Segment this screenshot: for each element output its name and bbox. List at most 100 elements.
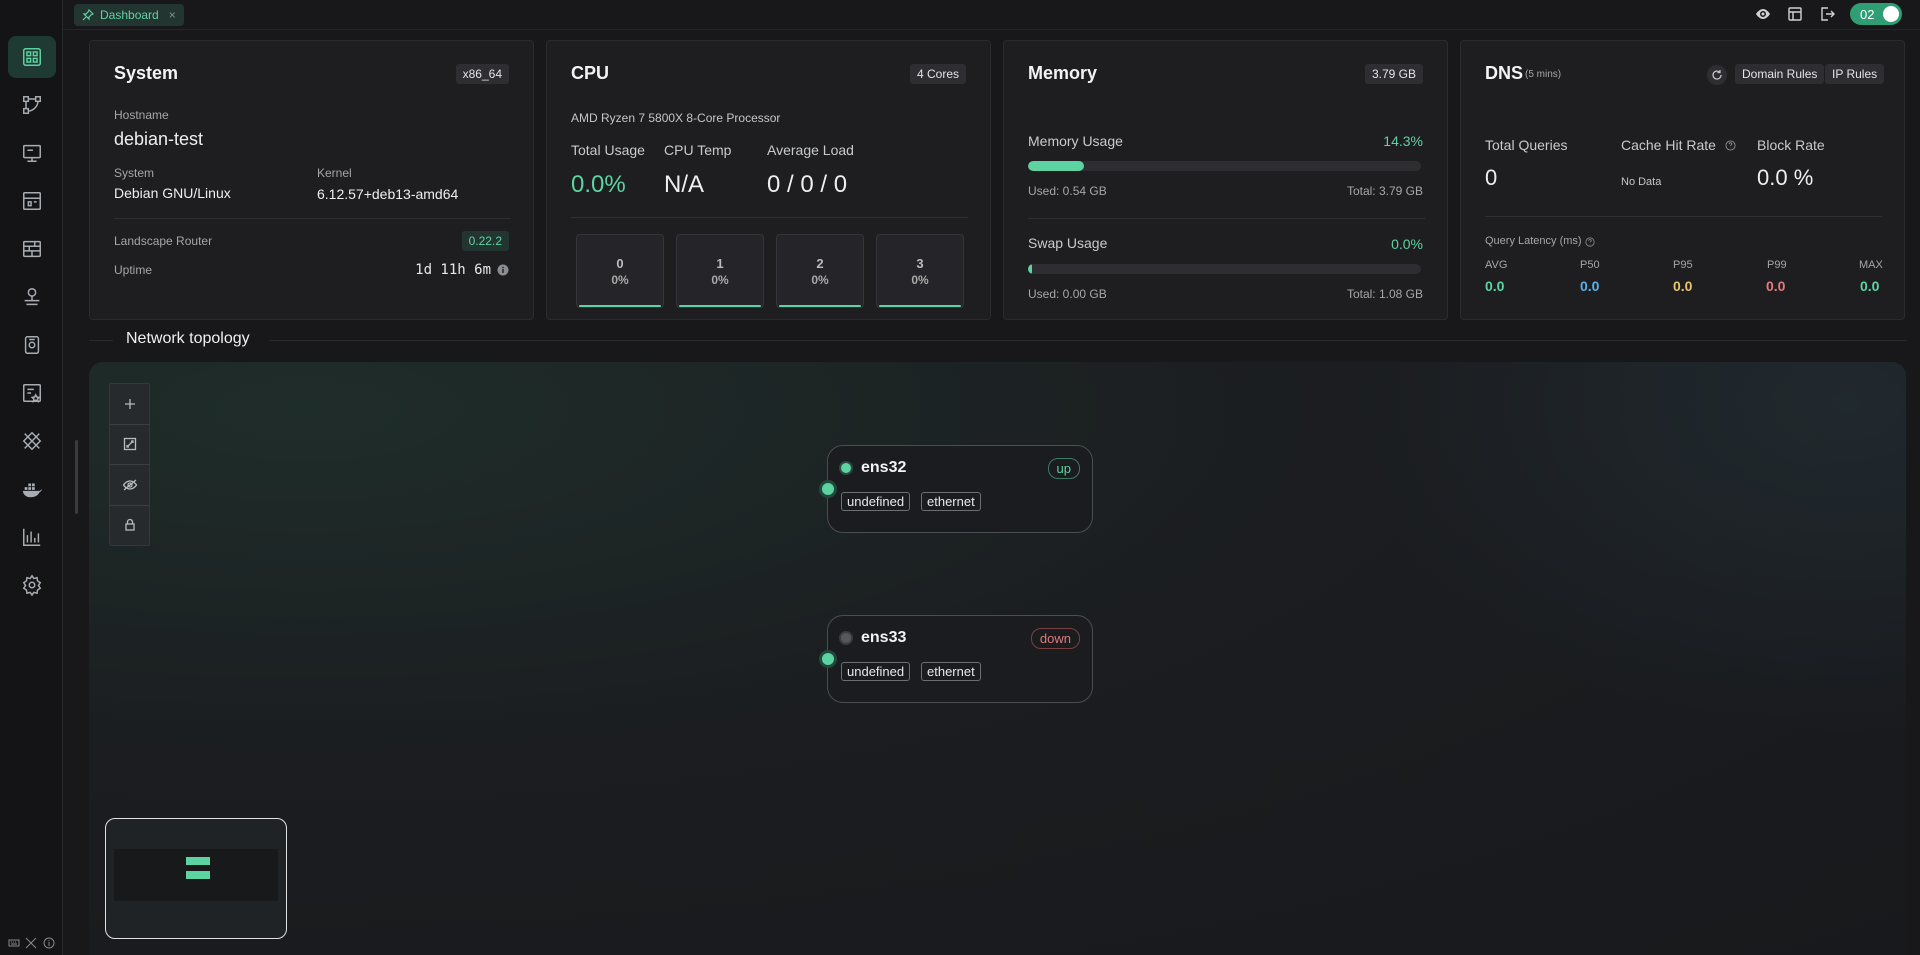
node-name: ens33 [861, 629, 907, 646]
block-rate-label: Block Rate [1757, 137, 1825, 153]
cpu-card: CPU 4 Cores AMD Ryzen 7 5800X 8-Core Pro… [546, 40, 991, 320]
memory-usage-label: Memory Usage [1028, 133, 1123, 149]
average-load-label: Average Load [767, 142, 854, 158]
node-tag: ethernet [921, 662, 981, 681]
top-actions: 02 [1754, 3, 1902, 25]
total-usage-value: 0.0% [571, 171, 626, 198]
nav-metrics-icon[interactable] [8, 516, 56, 558]
latency-p50-label: P50 [1580, 259, 1600, 271]
nav-topology-icon[interactable] [8, 84, 56, 126]
topology-canvas[interactable]: ens32 up undefined ethernet ens33 down u… [89, 362, 1906, 955]
latency-max-value: 0.0 [1860, 278, 1880, 294]
core-index: 0 [616, 255, 624, 271]
eye-icon[interactable] [1754, 5, 1772, 23]
topology-controls [109, 383, 150, 546]
nav-dashboard-icon[interactable] [8, 36, 56, 78]
node-port[interactable] [819, 480, 837, 498]
core-usage: 0% [811, 272, 829, 287]
dns-window: (5 mins) [1525, 69, 1562, 80]
query-latency-label: Query Latency (ms) [1485, 235, 1582, 247]
tab-close-icon[interactable]: × [169, 8, 176, 22]
nav-network-icon[interactable] [8, 276, 56, 318]
node-tag: undefined [841, 662, 911, 681]
latency-avg-value: 0.0 [1485, 278, 1505, 294]
cpu-core-3: 3 0% [876, 234, 964, 308]
memory-divider [1028, 218, 1425, 219]
latency-help-icon[interactable] [1585, 237, 1595, 247]
os-value: Debian GNU/Linux [114, 185, 231, 201]
memory-total: Total: 3.79 GB [1346, 184, 1423, 198]
latency-p50-value: 0.0 [1580, 278, 1600, 294]
nav-interfaces-icon[interactable] [8, 132, 56, 174]
minimap[interactable] [105, 818, 287, 939]
nav-docker-icon[interactable] [8, 468, 56, 510]
keyboard-icon[interactable] [8, 937, 20, 949]
total-queries-value: 0 [1485, 165, 1498, 190]
nav-dhcp-icon[interactable] [8, 180, 56, 222]
node-ens32[interactable]: ens32 up undefined ethernet [819, 445, 1093, 533]
topology-header-line [89, 340, 113, 341]
memory-usage-percent: 14.3% [1383, 133, 1423, 149]
latency-max-label: MAX [1859, 259, 1883, 271]
cpu-model: AMD Ryzen 7 5800X 8-Core Processor [571, 111, 781, 125]
latency-avg-label: AVG [1485, 259, 1508, 271]
system-divider [114, 218, 511, 219]
core-index: 2 [816, 255, 824, 271]
nav-firewall-icon[interactable] [8, 228, 56, 270]
uptime-label: Uptime [114, 263, 153, 277]
latency-p95-value: 0.0 [1673, 278, 1693, 294]
core-index: 1 [716, 255, 724, 271]
core-bar [779, 305, 861, 307]
toggle-knob [1883, 6, 1899, 22]
cpu-title: CPU [571, 63, 610, 83]
uptime-info-icon[interactable] [497, 264, 509, 276]
nav-device-icon[interactable] [8, 324, 56, 366]
cache-hit-help-icon[interactable] [1725, 140, 1736, 151]
total-queries-label: Total Queries [1485, 137, 1568, 153]
node-tag: undefined [841, 492, 911, 511]
memory-total-badge: 3.79 GB [1364, 64, 1423, 84]
expand-icon[interactable] [25, 937, 37, 949]
status-dot [839, 461, 853, 475]
theme-toggle[interactable]: 02 [1850, 3, 1902, 25]
layout-icon[interactable] [1786, 5, 1804, 23]
kernel-value: 6.12.57+deb13-amd64 [317, 186, 459, 202]
domain-rules-button[interactable]: Domain Rules [1735, 64, 1825, 84]
info-icon[interactable] [43, 937, 55, 949]
refresh-icon[interactable] [1707, 65, 1727, 85]
node-name: ens32 [861, 459, 907, 476]
dns-divider [1485, 216, 1882, 217]
nav-rules-icon[interactable] [8, 372, 56, 414]
top-bar: Dashboard × 02 [63, 0, 1920, 30]
total-usage-label: Total Usage [571, 142, 645, 158]
logout-icon[interactable] [1818, 5, 1836, 23]
node-state-badge: up [1047, 458, 1080, 479]
toggle-label: 02 [1860, 6, 1875, 22]
block-rate-value: 0.0 % [1757, 165, 1814, 190]
sidebar-scrollbar[interactable] [75, 440, 78, 514]
hostname-value: debian-test [114, 129, 204, 149]
cache-hit-rate-label: Cache Hit Rate [1621, 137, 1716, 153]
sidebar [0, 0, 63, 955]
cache-hit-rate-value: No Data [1621, 176, 1662, 188]
node-ens33[interactable]: ens33 down undefined ethernet [819, 615, 1093, 703]
swap-usage-bar [1028, 264, 1421, 274]
nav-settings-icon[interactable] [8, 564, 56, 606]
ip-rules-button[interactable]: IP Rules [1825, 64, 1885, 84]
cores-badge: 4 Cores [909, 64, 966, 84]
latency-p99-value: 0.0 [1766, 278, 1786, 294]
node-tag: ethernet [921, 492, 981, 511]
swap-usage-bar-fill [1028, 264, 1032, 274]
cpu-core-1: 1 0% [676, 234, 764, 308]
core-usage: 0% [911, 272, 929, 287]
tab-dashboard[interactable]: Dashboard × [74, 4, 184, 26]
swap-used: Used: 0.00 GB [1028, 287, 1107, 301]
minimap-node [186, 871, 210, 879]
hide-icon[interactable] [110, 465, 149, 506]
lock-icon[interactable] [110, 506, 149, 546]
system-card: System x86_64 Hostname debian-test Syste… [89, 40, 534, 320]
fit-view-icon[interactable] [110, 425, 149, 465]
node-port[interactable] [819, 650, 837, 668]
zoom-in-icon[interactable] [110, 384, 149, 425]
nav-tools-icon[interactable] [8, 420, 56, 462]
